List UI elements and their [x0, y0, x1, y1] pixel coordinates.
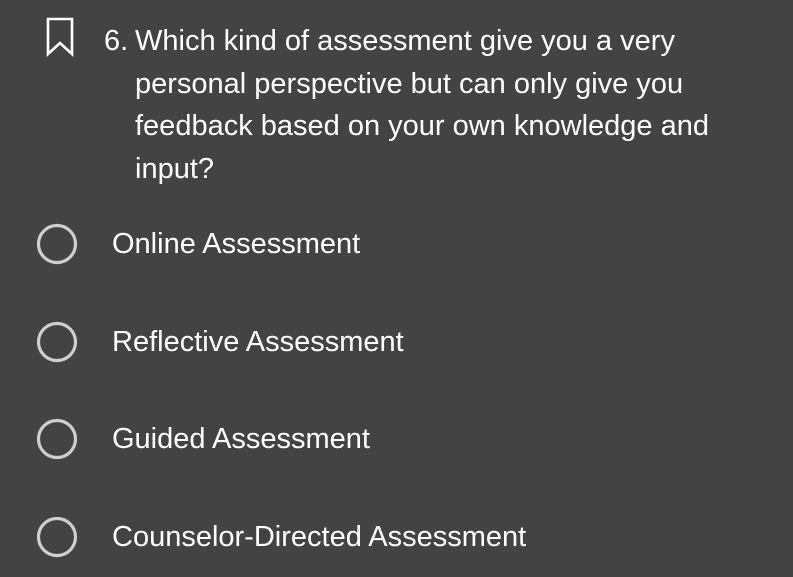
option-reflective-assessment[interactable]: Reflective Assessment	[36, 317, 596, 367]
question-number: 6.	[104, 25, 129, 57]
radio-button-icon[interactable]	[36, 516, 78, 558]
option-label: Reflective Assessment	[112, 326, 404, 358]
option-label: Guided Assessment	[112, 423, 370, 455]
option-counselor-directed-assessment[interactable]: Counselor-Directed Assessment	[36, 512, 596, 562]
option-label: Counselor-Directed Assessment	[112, 521, 527, 553]
option-label: Online Assessment	[112, 228, 361, 260]
radio-button-icon[interactable]	[36, 321, 78, 363]
option-guided-assessment[interactable]: Guided Assessment	[36, 414, 596, 464]
option-online-assessment[interactable]: Online Assessment	[36, 219, 596, 269]
bookmark-icon[interactable]	[45, 17, 75, 57]
question-text: Which kind of assessment give you a very…	[135, 25, 709, 185]
radio-button-icon[interactable]	[36, 223, 78, 265]
radio-button-icon[interactable]	[36, 418, 78, 460]
